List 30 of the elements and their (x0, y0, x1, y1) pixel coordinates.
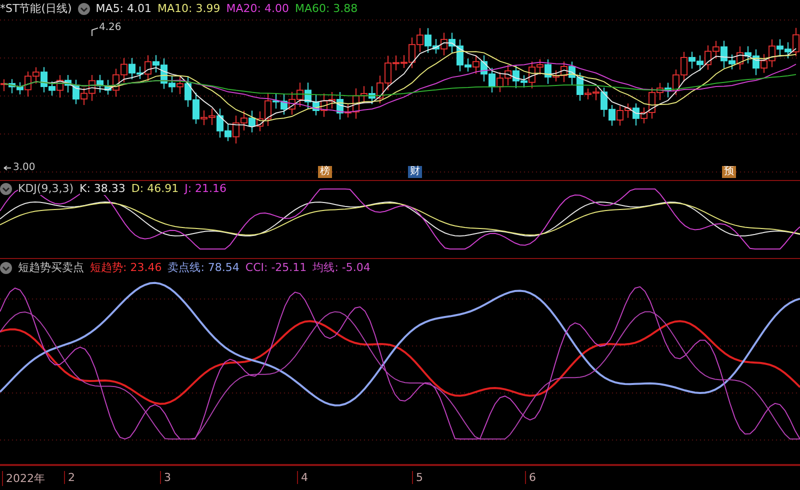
indicator-value: KDJ(9,3,3) (18, 182, 74, 195)
leader-line (92, 28, 98, 36)
dropdown-icon[interactable] (0, 262, 12, 274)
indicator-value: CCI: -25.11 (245, 261, 307, 274)
dropdown-icon[interactable] (0, 182, 12, 194)
indicator-value: 短趋势: 23.46 (90, 260, 162, 275)
indicator-value: K: 38.33 (80, 182, 126, 195)
event-tag[interactable]: 财 (408, 166, 422, 178)
indicator-value: 卖点线: 78.54 (168, 260, 240, 275)
low-price-label: 3.00 (13, 162, 36, 173)
date-axis-label: 5 (412, 471, 423, 484)
event-tag[interactable]: 预 (722, 166, 736, 178)
arrow-icon (4, 166, 12, 170)
indicator-value: MA20: 4.00 (226, 2, 289, 15)
event-tag[interactable]: 榜 (318, 166, 332, 178)
dropdown-icon[interactable] (78, 2, 90, 14)
indicator-value: J: 21.16 (184, 182, 227, 195)
indicator-value: 短趋势买卖点 (18, 260, 84, 275)
indicator-value: MA5: 4.01 (96, 2, 152, 15)
indicator-value: 均线: -5.04 (312, 260, 370, 275)
high-price-label: 4.26 (99, 22, 122, 33)
date-axis-label: 4 (297, 471, 308, 484)
date-axis-label: 2 (64, 471, 75, 484)
date-axis-label: 3 (160, 471, 171, 484)
indicator-value: MA10: 3.99 (158, 2, 220, 15)
date-axis-label: 2022年 (2, 471, 45, 486)
chart-title: *ST节能(日线) (0, 1, 72, 16)
indicator-value: MA60: 3.88 (294, 2, 358, 15)
date-axis-label: 6 (525, 471, 536, 484)
indicator-value: D: 46.91 (131, 182, 179, 195)
